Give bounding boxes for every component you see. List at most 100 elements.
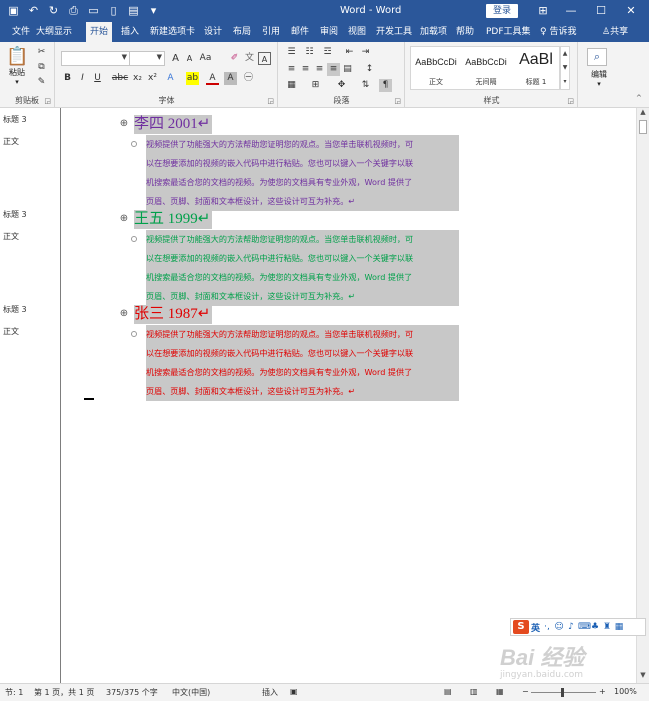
document-page[interactable]: ⊕ 李四 2001↵ 视频提供了功能强大的方法帮助您证明您的观点。当您单击联机视频时… [62, 108, 636, 683]
underline-icon[interactable]: U [91, 72, 104, 85]
status-language[interactable]: 中文(中国) [172, 687, 210, 698]
style-pane-label[interactable]: 正文 [3, 136, 19, 147]
status-word-count[interactable]: 375/375 个字 [106, 687, 158, 698]
superscript-icon[interactable]: x² [146, 72, 159, 85]
tab-layout[interactable]: 布局 [233, 22, 251, 42]
format-painter-icon[interactable]: ✎ [35, 76, 48, 89]
dialog-launcher-icon[interactable]: ◲ [567, 97, 574, 105]
tab-design[interactable]: 设计 [204, 22, 222, 42]
format-icon[interactable]: ▤ [126, 3, 141, 18]
keyboard-icon[interactable]: ⌨ [578, 622, 591, 632]
copy-icon[interactable]: ⧉ [35, 61, 48, 74]
style-no-spacing[interactable]: AaBbCcDi 无间隔 [461, 47, 511, 89]
editing-label[interactable]: 编辑 [581, 69, 617, 80]
more-styles-icon[interactable]: ▾ [561, 75, 569, 89]
decrease-indent-icon[interactable]: ⇤ [343, 46, 356, 59]
body-paragraph[interactable]: 视频提供了功能强大的方法帮助您证明您的观点。当您单击联机视频时，可 以在想要添加的… [146, 325, 459, 401]
dialog-launcher-icon[interactable]: ◲ [44, 97, 51, 105]
tab-help[interactable]: 帮助 [456, 22, 474, 42]
style-pane-label[interactable]: 标题 3 [3, 304, 27, 315]
scroll-up-icon[interactable]: ▲ [637, 108, 649, 120]
body-paragraph[interactable]: 视频提供了功能强大的方法帮助您证明您的观点。当您单击联机视频时，可 以在想要添加的… [146, 135, 459, 211]
sort-icon[interactable]: ▦ [285, 79, 298, 92]
font-case-icon[interactable]: Aa [199, 52, 212, 65]
scroll-down-icon[interactable]: ▼ [637, 671, 649, 683]
clear-format-icon[interactable]: ✐ [228, 52, 241, 65]
char-shading-icon[interactable]: A [224, 72, 237, 85]
expand-plus-icon[interactable]: ⊕ [119, 214, 129, 224]
tab-review[interactable]: 审阅 [320, 22, 338, 42]
close-icon[interactable]: ✕ [618, 2, 644, 20]
italic-icon[interactable]: I [76, 72, 89, 85]
chinese-layout-icon[interactable]: ✥ [335, 79, 348, 92]
emoji-icon[interactable]: ☺ [554, 622, 564, 632]
macro-record-icon[interactable]: ▣ [290, 687, 298, 696]
text-effects-icon[interactable]: A [164, 72, 177, 85]
print-preview-icon[interactable]: ⎙ [66, 3, 81, 18]
outline-heading[interactable]: ⊕ 李四 2001↵ [119, 114, 213, 134]
style-pane-label[interactable]: 正文 [3, 326, 19, 337]
outline-heading[interactable]: ⊕ 张三 1987↵ [119, 304, 213, 324]
share-button[interactable]: ♙共享 [602, 22, 628, 42]
subscript-icon[interactable]: x₂ [131, 72, 144, 85]
numbering-icon[interactable]: ☷ [303, 46, 316, 59]
tab-references[interactable]: 引用 [262, 22, 280, 42]
microphone-icon[interactable]: ♪ [566, 622, 576, 632]
align-center-icon[interactable]: ≡ [299, 63, 312, 76]
tab-view[interactable]: 视图 [348, 22, 366, 42]
style-pane-label[interactable]: 标题 3 [3, 114, 27, 125]
justify-icon[interactable]: ≡ [327, 63, 340, 76]
undo-icon[interactable]: ↶ [26, 3, 41, 18]
align-right-icon[interactable]: ≡ [313, 63, 326, 76]
zoom-level[interactable]: 100% [614, 687, 637, 696]
save-icon[interactable]: ▣ [6, 3, 21, 18]
style-pane-label[interactable]: 正文 [3, 231, 19, 242]
tab-new-tab[interactable]: 新建选项卡 [150, 22, 195, 42]
bullets-icon[interactable]: ☰ [285, 46, 298, 59]
status-page[interactable]: 第 1 页，共 1 页 [34, 687, 94, 698]
style-pane-label[interactable]: 标题 3 [3, 209, 27, 220]
tshirt-icon[interactable]: ♜ [602, 622, 612, 632]
expand-plus-icon[interactable]: ⊕ [119, 309, 129, 319]
font-color-icon[interactable]: A [206, 72, 219, 85]
body-bullet-icon[interactable] [131, 331, 137, 337]
zoom-slider-thumb[interactable] [561, 688, 564, 697]
paste-button[interactable]: 📋 粘贴 ▾ [6, 46, 28, 88]
vertical-scrollbar[interactable]: ▲ ▼ [636, 108, 649, 683]
ime-language[interactable]: 英 [531, 621, 540, 634]
collapse-ribbon-icon[interactable]: ^ [636, 94, 642, 102]
chevron-down-icon[interactable]: ▾ [581, 80, 617, 88]
phonetic-icon[interactable]: 文 [243, 52, 256, 65]
tab-home[interactable]: 开始 [86, 22, 113, 42]
tab-addins[interactable]: 加载项 [420, 22, 447, 42]
search-icon[interactable]: ⌕ [587, 48, 607, 66]
tell-me[interactable]: ♀ 告诉我 [540, 22, 576, 42]
scroll-thumb[interactable] [639, 120, 647, 134]
tab-insert[interactable]: 插入 [121, 22, 139, 42]
body-bullet-icon[interactable] [131, 236, 137, 242]
styles-scroll[interactable]: ▲ ▼ ▾ [560, 46, 570, 90]
distributed-icon[interactable]: ▤ [341, 63, 354, 76]
tab-pdf-tools[interactable]: PDF工具集 [486, 22, 531, 42]
strikethrough-icon[interactable]: abc [111, 72, 129, 85]
punctuation-icon[interactable]: ·, [542, 622, 552, 632]
open-icon[interactable]: ▭ [86, 3, 101, 18]
tab-file[interactable]: 文件 [12, 22, 30, 42]
redo-icon[interactable]: ↻ [46, 3, 61, 18]
status-insert-mode[interactable]: 插入 [262, 687, 278, 698]
dialog-launcher-icon[interactable]: ◲ [394, 97, 401, 105]
outline-heading[interactable]: ⊕ 王五 1999↵ [119, 209, 213, 229]
read-mode-icon[interactable]: ▤ [444, 687, 452, 696]
ribbon-display-icon[interactable]: ⊞ [530, 2, 556, 20]
highlight-icon[interactable]: ab [186, 72, 199, 85]
style-normal[interactable]: AaBbCcDi 正文 [411, 47, 461, 89]
tab-outline[interactable]: 大纲显示 [36, 22, 72, 42]
increase-indent-icon[interactable]: ⇥ [359, 46, 372, 59]
zoom-in-icon[interactable]: + [599, 687, 606, 696]
grow-font-icon[interactable]: A [169, 52, 182, 65]
body-paragraph[interactable]: 视频提供了功能强大的方法帮助您证明您的观点。当您单击联机视频时，可 以在想要添加的… [146, 230, 459, 306]
login-button[interactable]: 登录 [486, 4, 518, 18]
font-name-combo[interactable]: ▼ [61, 51, 130, 66]
status-section[interactable]: 节: 1 [5, 687, 23, 698]
minimize-icon[interactable]: — [558, 2, 584, 20]
